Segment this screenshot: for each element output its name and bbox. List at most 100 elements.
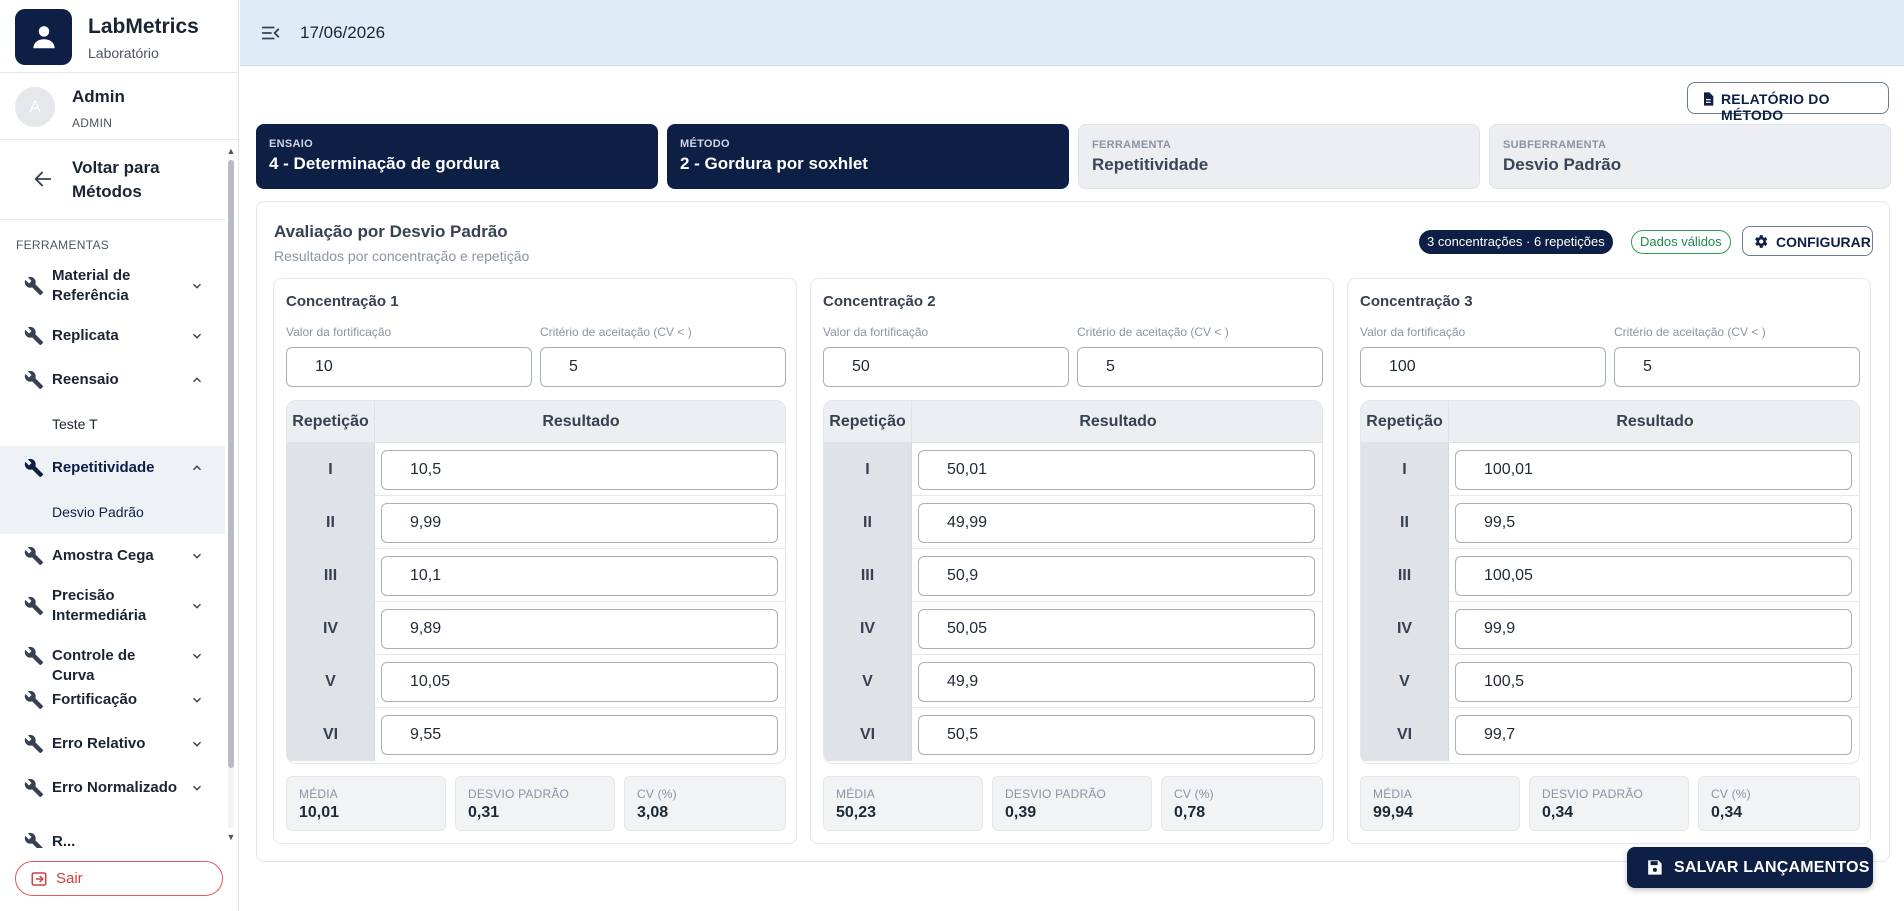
fortification-input[interactable]: 10 bbox=[286, 347, 532, 387]
panel-title: Avaliação por Desvio Padrão bbox=[274, 222, 508, 241]
cv-stat: CV (%) 0,78 bbox=[1161, 776, 1323, 831]
breadcrumb-ferramenta[interactable]: FERRAMENTA Repetitividade bbox=[1078, 124, 1480, 189]
sidebar-item-label: Replicata bbox=[52, 327, 119, 344]
scroll-up-arrow-icon[interactable]: ▲ bbox=[226, 146, 236, 156]
repetition-label: III bbox=[287, 549, 375, 602]
result-input[interactable]: 50,9 bbox=[918, 556, 1315, 596]
stat-caption: DESVIO PADRÃO bbox=[1005, 787, 1107, 801]
logout-icon bbox=[31, 872, 47, 886]
user-name: Admin bbox=[72, 87, 125, 106]
result-input[interactable]: 100,5 bbox=[1455, 662, 1852, 702]
repetition-label: VI bbox=[824, 708, 912, 761]
stat-caption: MÉDIA bbox=[299, 787, 339, 801]
chevron-down-icon bbox=[193, 697, 201, 703]
method-report-button[interactable]: RELATÓRIO DO MÉTODO bbox=[1687, 82, 1889, 123]
sidebar-subitem-desvio-padrao[interactable]: Desvio Padrão bbox=[0, 490, 225, 534]
sidebar-item-material-referencia[interactable]: Material de Referência bbox=[0, 258, 225, 314]
wrench-icon bbox=[24, 546, 44, 566]
user-role: ADMIN bbox=[72, 116, 113, 130]
repetition-label: IV bbox=[1361, 602, 1449, 655]
back-to-methods-button[interactable]: Voltar para Métodos bbox=[0, 140, 225, 220]
result-input[interactable]: 100,05 bbox=[1455, 556, 1852, 596]
result-input[interactable]: 10,1 bbox=[381, 556, 778, 596]
column-header-result: Resultado bbox=[542, 413, 620, 430]
sidebar-item-replicata[interactable]: Replicata bbox=[0, 314, 225, 358]
scroll-thumb[interactable] bbox=[228, 160, 234, 768]
save-icon bbox=[1648, 860, 1662, 875]
breadcrumb-metodo[interactable]: MÉTODO 2 - Gordura por soxhlet bbox=[667, 124, 1069, 189]
sidebar-subitem-teste-t[interactable]: Teste T bbox=[0, 402, 225, 446]
chevron-up-icon bbox=[193, 377, 201, 383]
result-input[interactable]: 99,5 bbox=[1455, 503, 1852, 543]
sidebar-item-precisao-intermediaria[interactable]: Precisão Intermediária bbox=[0, 578, 225, 634]
result-input[interactable]: 10,5 bbox=[381, 450, 778, 490]
sidebar-item-cut-off[interactable]: R... bbox=[0, 832, 225, 848]
breadcrumb-value: 2 - Gordura por soxhlet bbox=[680, 154, 868, 173]
acceptance-label: Critério de aceitação (CV < ) bbox=[1077, 325, 1229, 339]
result-input[interactable]: 9,89 bbox=[381, 609, 778, 649]
concentration-card: Concentração 1 Valor da fortificação Cri… bbox=[273, 278, 797, 844]
fortification-input[interactable]: 50 bbox=[823, 347, 1069, 387]
sidebar-item-erro-normalizado[interactable]: Erro Normalizado bbox=[0, 766, 225, 810]
sidebar-scrollbar[interactable]: ▲ ▼ bbox=[226, 146, 236, 842]
user-profile: A Admin ADMIN bbox=[0, 73, 239, 140]
logout-button[interactable]: Sair bbox=[15, 861, 223, 896]
chevron-down-icon bbox=[193, 785, 201, 791]
breadcrumb-subferramenta[interactable]: SUBFERRAMENTA Desvio Padrão bbox=[1489, 124, 1891, 189]
result-input[interactable]: 9,55 bbox=[381, 715, 778, 755]
stat-value: 0,31 bbox=[468, 804, 500, 821]
sidebar-item-repetitividade[interactable]: Repetitividade bbox=[0, 446, 225, 490]
table-row: III 10,1 bbox=[287, 549, 785, 602]
result-input[interactable]: 10,05 bbox=[381, 662, 778, 702]
scroll-down-arrow-icon[interactable]: ▼ bbox=[226, 832, 236, 842]
wrench-icon bbox=[24, 690, 44, 710]
breadcrumb-caption: MÉTODO bbox=[680, 138, 730, 150]
acceptance-input[interactable]: 5 bbox=[1077, 347, 1323, 387]
table-row: VI 9,55 bbox=[287, 708, 785, 761]
result-input[interactable]: 100,01 bbox=[1455, 450, 1852, 490]
acceptance-input[interactable]: 5 bbox=[540, 347, 786, 387]
breadcrumb-ensaio[interactable]: ENSAIO 4 - Determinação de gordura bbox=[256, 124, 658, 189]
cv-stat: CV (%) 3,08 bbox=[624, 776, 786, 831]
sidebar: LabMetrics Laboratório A Admin ADMIN Vol… bbox=[0, 0, 239, 911]
sidebar-item-controle-de-curva[interactable]: Controle de Curva bbox=[0, 634, 225, 684]
concentration-card: Concentração 2 Valor da fortificação Cri… bbox=[810, 278, 1334, 844]
fortification-input[interactable]: 100 bbox=[1360, 347, 1606, 387]
sidebar-item-label: Erro Relativo bbox=[52, 735, 146, 752]
result-input[interactable]: 9,99 bbox=[381, 503, 778, 543]
table-header: Repetição Resultado bbox=[1361, 401, 1859, 443]
configure-button[interactable]: CONFIGURAR bbox=[1742, 226, 1873, 256]
table-row: I 50,01 bbox=[824, 443, 1322, 496]
result-input[interactable]: 49,99 bbox=[918, 503, 1315, 543]
acceptance-label: Critério de aceitação (CV < ) bbox=[1614, 325, 1766, 339]
repetition-label: I bbox=[824, 443, 912, 496]
table-row: I 10,5 bbox=[287, 443, 785, 496]
save-entries-button[interactable]: SALVAR LANÇAMENTOS bbox=[1627, 847, 1873, 888]
column-header-result: Resultado bbox=[1079, 413, 1157, 430]
result-input[interactable]: 50,5 bbox=[918, 715, 1315, 755]
evaluation-panel: Avaliação por Desvio Padrão Resultados p… bbox=[256, 201, 1890, 862]
gear-icon bbox=[1755, 235, 1768, 248]
breadcrumb-value: 4 - Determinação de gordura bbox=[269, 154, 500, 173]
arrow-left-icon bbox=[34, 171, 52, 187]
acceptance-input[interactable]: 5 bbox=[1614, 347, 1860, 387]
menu-collapse-icon[interactable] bbox=[260, 22, 282, 44]
wrench-icon bbox=[24, 832, 44, 848]
stat-caption: MÉDIA bbox=[1373, 787, 1413, 801]
repetition-label: VI bbox=[1361, 708, 1449, 761]
result-input[interactable]: 49,9 bbox=[918, 662, 1315, 702]
result-input[interactable]: 50,01 bbox=[918, 450, 1315, 490]
method-report-label: RELATÓRIO DO MÉTODO bbox=[1721, 91, 1830, 123]
sidebar-item-reensaio[interactable]: Reensaio bbox=[0, 358, 225, 402]
repetition-label: III bbox=[824, 549, 912, 602]
sidebar-item-fortificacao[interactable]: Fortificação bbox=[0, 678, 225, 722]
result-input[interactable]: 50,05 bbox=[918, 609, 1315, 649]
stat-caption: DESVIO PADRÃO bbox=[468, 787, 570, 801]
stat-caption: CV (%) bbox=[1711, 787, 1751, 801]
sidebar-item-erro-relativo[interactable]: Erro Relativo bbox=[0, 722, 225, 766]
repetition-label: II bbox=[287, 496, 375, 549]
result-input[interactable]: 99,7 bbox=[1455, 715, 1852, 755]
brand-name: LabMetrics bbox=[88, 15, 199, 38]
sidebar-item-amostra-cega[interactable]: Amostra Cega bbox=[0, 534, 225, 578]
result-input[interactable]: 99,9 bbox=[1455, 609, 1852, 649]
